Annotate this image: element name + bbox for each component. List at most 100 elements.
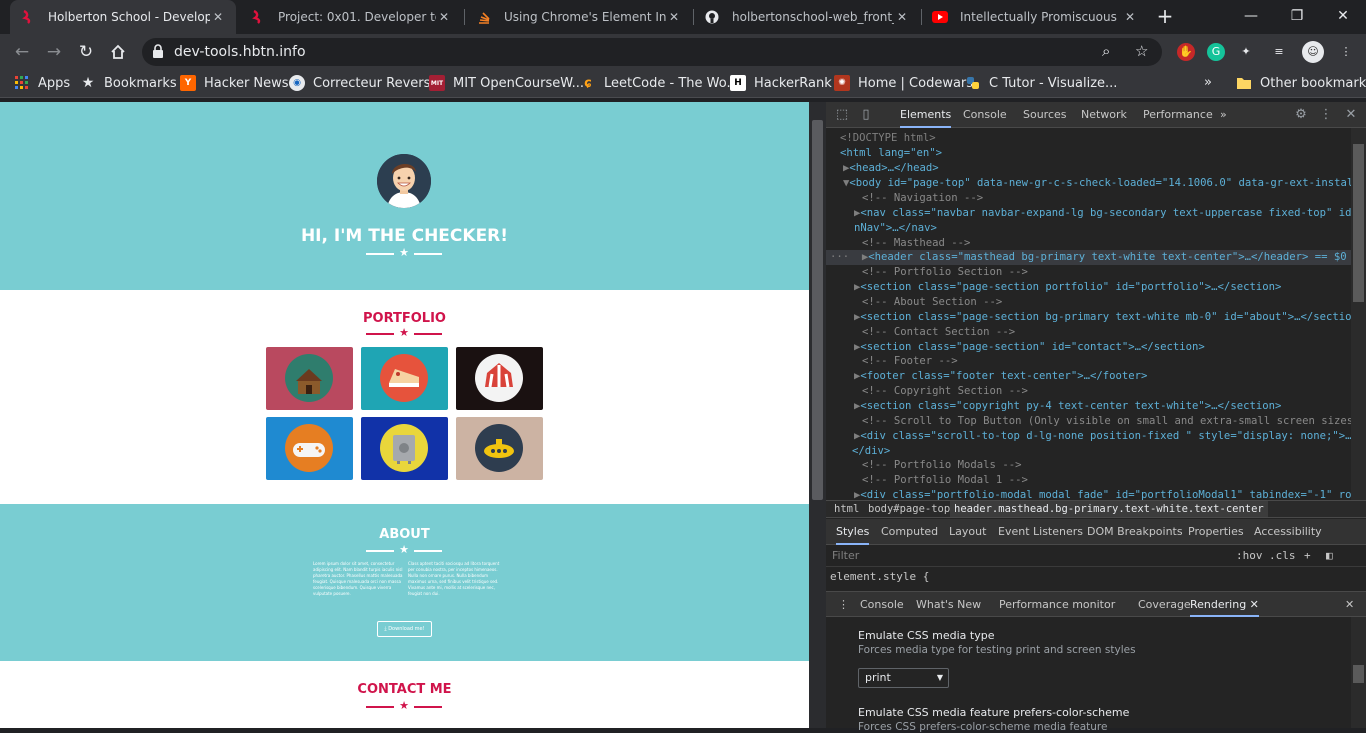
bookmark-star-icon[interactable]: ☆ (1135, 42, 1148, 60)
reload-icon[interactable]: ↻ (74, 40, 98, 64)
zoom-search-icon[interactable]: ⌕ (1102, 42, 1110, 60)
tab-dom-breakpoints[interactable]: DOM Breakpoints (1087, 519, 1183, 545)
new-tab-button[interactable]: + (1154, 5, 1176, 27)
bookmark-reverso[interactable]: ◉ Correcteur Reverso (289, 75, 438, 91)
bookmark-c-tutor[interactable]: C Tutor - Visualize... (965, 75, 1117, 91)
inspect-element-icon[interactable]: ⬚ (834, 107, 850, 123)
dom-line[interactable]: <!DOCTYPE html> (826, 131, 1351, 146)
new-style-rule-icon[interactable]: + (1304, 548, 1311, 564)
drawer-close-icon[interactable]: ✕ (1345, 592, 1354, 617)
rendering-scrollbar[interactable] (1351, 617, 1366, 728)
breadcrumb-body[interactable]: body#page-top (868, 501, 950, 517)
drawer-tab-coverage[interactable]: Coverage (1138, 592, 1191, 617)
bookmark-mit-ocw[interactable]: MIT MIT OpenCourseW... (429, 75, 584, 91)
tab-event-listeners[interactable]: Event Listeners (998, 519, 1083, 545)
more-tabs-button[interactable]: » (1220, 102, 1227, 128)
page-scrollbar-thumb[interactable] (812, 120, 823, 500)
drawer-tab-rendering[interactable]: Rendering ✕ (1190, 592, 1259, 617)
adblock-extension-icon[interactable]: ✋ (1177, 43, 1195, 61)
dom-line[interactable]: <!-- Portfolio Section --> (826, 265, 1351, 280)
dom-line[interactable]: <!-- Portfolio Modal 1 --> (826, 473, 1351, 488)
dom-line[interactable]: <!-- Masthead --> (826, 236, 1351, 251)
home-icon[interactable] (106, 40, 130, 64)
tab-styles[interactable]: Styles (836, 519, 870, 545)
forward-icon[interactable]: → (42, 40, 66, 64)
extensions-puzzle-icon[interactable]: ✦ (1237, 43, 1255, 61)
tab-github-repo[interactable]: holbertonschool-web_front_en ✕ (694, 0, 920, 34)
tab-sources[interactable]: Sources (1023, 102, 1067, 128)
menu-kebab-icon[interactable]: ⋮ (1337, 43, 1355, 61)
tab-console[interactable]: Console (963, 102, 1007, 128)
dom-line[interactable]: <!-- Contact Section --> (826, 325, 1351, 340)
bookmark-hacker-news[interactable]: Y Hacker News (180, 75, 289, 91)
portfolio-item-circus[interactable] (456, 347, 543, 410)
profile-avatar-icon[interactable]: ☺ (1302, 41, 1324, 63)
devtools-menu-icon[interactable]: ⋮ (1318, 107, 1334, 123)
settings-gear-icon[interactable]: ⚙ (1293, 107, 1309, 123)
minimize-button[interactable]: — (1228, 0, 1274, 34)
tab-network[interactable]: Network (1081, 102, 1127, 128)
portfolio-item-cabin[interactable] (266, 347, 353, 410)
drawer-tab-console[interactable]: Console (860, 592, 904, 617)
dom-line[interactable]: <!-- Scroll to Top Button (Only visible … (826, 414, 1351, 429)
dom-line[interactable]: ▶<head>…</head> (826, 161, 1351, 176)
rendering-scrollbar-thumb[interactable] (1353, 665, 1364, 683)
breadcrumb-html[interactable]: html (834, 501, 859, 517)
dom-line-selected[interactable]: ··· ▶<header class="masthead bg-primary … (826, 250, 1351, 265)
portfolio-item-game[interactable] (266, 417, 353, 480)
restore-button[interactable]: ❐ (1274, 0, 1320, 34)
dom-line[interactable]: ▶<section class="page-section bg-primary… (826, 310, 1351, 325)
media-controls-icon[interactable]: ≡ (1270, 43, 1288, 61)
dom-line[interactable]: ▶<section class="copyright py-4 text-cen… (826, 399, 1351, 414)
drawer-menu-icon[interactable]: ⋮ (838, 592, 849, 617)
close-icon[interactable]: ✕ (436, 10, 452, 24)
drawer-tab-performance-monitor[interactable]: Performance monitor (999, 592, 1115, 617)
portfolio-item-submarine[interactable] (456, 417, 543, 480)
dom-tree[interactable]: <!DOCTYPE html> <html lang="en"> ▶<head>… (826, 128, 1351, 500)
bookmark-apps[interactable]: Apps (14, 75, 70, 91)
portfolio-item-cake[interactable] (361, 347, 448, 410)
drawer-tab-whats-new[interactable]: What's New (916, 592, 981, 617)
device-toolbar-icon[interactable]: ▯ (858, 107, 874, 123)
window-close-button[interactable]: ✕ (1320, 0, 1366, 34)
dom-line[interactable]: <!-- Copyright Section --> (826, 384, 1351, 399)
dom-line[interactable]: </div> (826, 444, 1351, 459)
dom-line[interactable]: <!-- Footer --> (826, 354, 1351, 369)
cls-toggle[interactable]: .cls (1269, 548, 1296, 564)
tab-project-devtools[interactable]: Project: 0x01. Developer tools ✕ (240, 0, 462, 34)
bookmarks-overflow-button[interactable]: » (1204, 75, 1212, 90)
tab-computed[interactable]: Computed (881, 519, 938, 545)
dom-line[interactable]: <!-- Navigation --> (826, 191, 1351, 206)
bookmark-hackerrank[interactable]: H HackerRank (730, 75, 832, 91)
tab-holberton-developer[interactable]: Holberton School - Developer ✕ (10, 0, 236, 34)
close-icon[interactable]: ✕ (1250, 598, 1259, 611)
download-button[interactable]: ⤓ Download me! (377, 621, 432, 637)
dom-line[interactable]: ▶<nav class="navbar navbar-expand-lg bg-… (826, 206, 1351, 221)
close-icon[interactable]: ✕ (894, 10, 910, 24)
grammarly-extension-icon[interactable]: G (1207, 43, 1225, 61)
other-bookmarks[interactable]: Other bookmarks (1236, 75, 1366, 91)
bookmark-bookmarks[interactable]: ★ Bookmarks (80, 75, 177, 91)
dom-line[interactable]: ▶<div class="portfolio-modal modal fade"… (826, 488, 1351, 500)
bookmark-codewars[interactable]: ✺ Home | Codewars (834, 75, 973, 91)
hov-toggle[interactable]: :hov (1236, 548, 1263, 564)
dom-line[interactable]: ▶<section class="page-section portfolio"… (826, 280, 1351, 295)
element-style-rule[interactable]: element.style { (830, 570, 929, 583)
dom-line[interactable]: ▼<body id="page-top" data-new-gr-c-s-che… (826, 176, 1351, 191)
tab-accessibility[interactable]: Accessibility (1254, 519, 1322, 545)
dom-line[interactable]: ▶<footer class="footer text-center">…</f… (826, 369, 1351, 384)
toggle-sidebar-icon[interactable]: ◧ (1326, 548, 1333, 564)
media-type-select[interactable]: print ▼ (858, 668, 949, 688)
tab-properties[interactable]: Properties (1188, 519, 1244, 545)
portfolio-item-safe[interactable] (361, 417, 448, 480)
breadcrumb-header[interactable]: header.masthead.bg-primary.text-white.te… (950, 501, 1268, 517)
dom-line[interactable]: ▶<section class="page-section" id="conta… (826, 340, 1351, 355)
dom-line[interactable]: ▶<div class="scroll-to-top d-lg-none pos… (826, 429, 1351, 444)
devtools-close-icon[interactable]: ✕ (1343, 107, 1359, 123)
bookmark-leetcode[interactable]: ɕ LeetCode - The Wo... (580, 75, 739, 91)
dom-scrollbar[interactable] (1351, 128, 1366, 500)
tab-layout[interactable]: Layout (949, 519, 986, 545)
tab-elements[interactable]: Elements (900, 102, 952, 128)
back-icon[interactable]: ← (10, 40, 34, 64)
close-icon[interactable]: ✕ (666, 10, 682, 24)
